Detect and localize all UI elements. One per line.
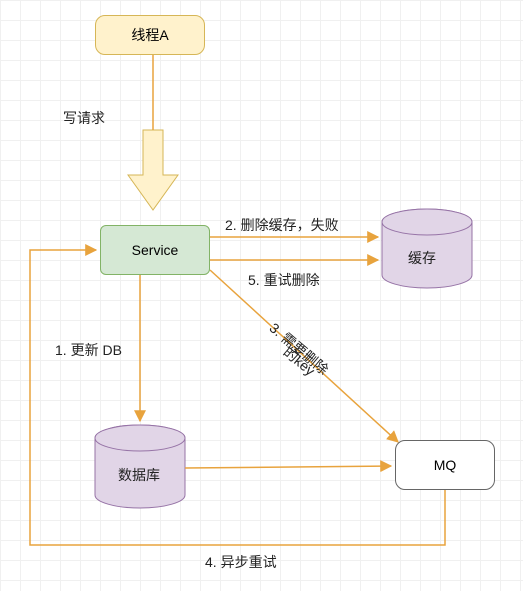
step4-label: 4. 异步重试 bbox=[205, 552, 277, 572]
mq-node: MQ bbox=[395, 440, 495, 490]
step1-label: 1. 更新 DB bbox=[55, 340, 122, 360]
step2-label: 2. 删除缓存，失败 bbox=[225, 215, 339, 235]
step5-label: 5. 重试删除 bbox=[248, 270, 320, 290]
service-node: Service bbox=[100, 225, 210, 275]
cache-label: 缓存 bbox=[408, 248, 436, 268]
write-request-label: 写请求 bbox=[63, 108, 105, 128]
thread-a-label: 线程A bbox=[131, 25, 168, 45]
database-label: 数据库 bbox=[118, 465, 160, 485]
mq-label: MQ bbox=[434, 457, 457, 473]
service-label: Service bbox=[132, 242, 179, 258]
thread-a-node: 线程A bbox=[95, 15, 205, 55]
